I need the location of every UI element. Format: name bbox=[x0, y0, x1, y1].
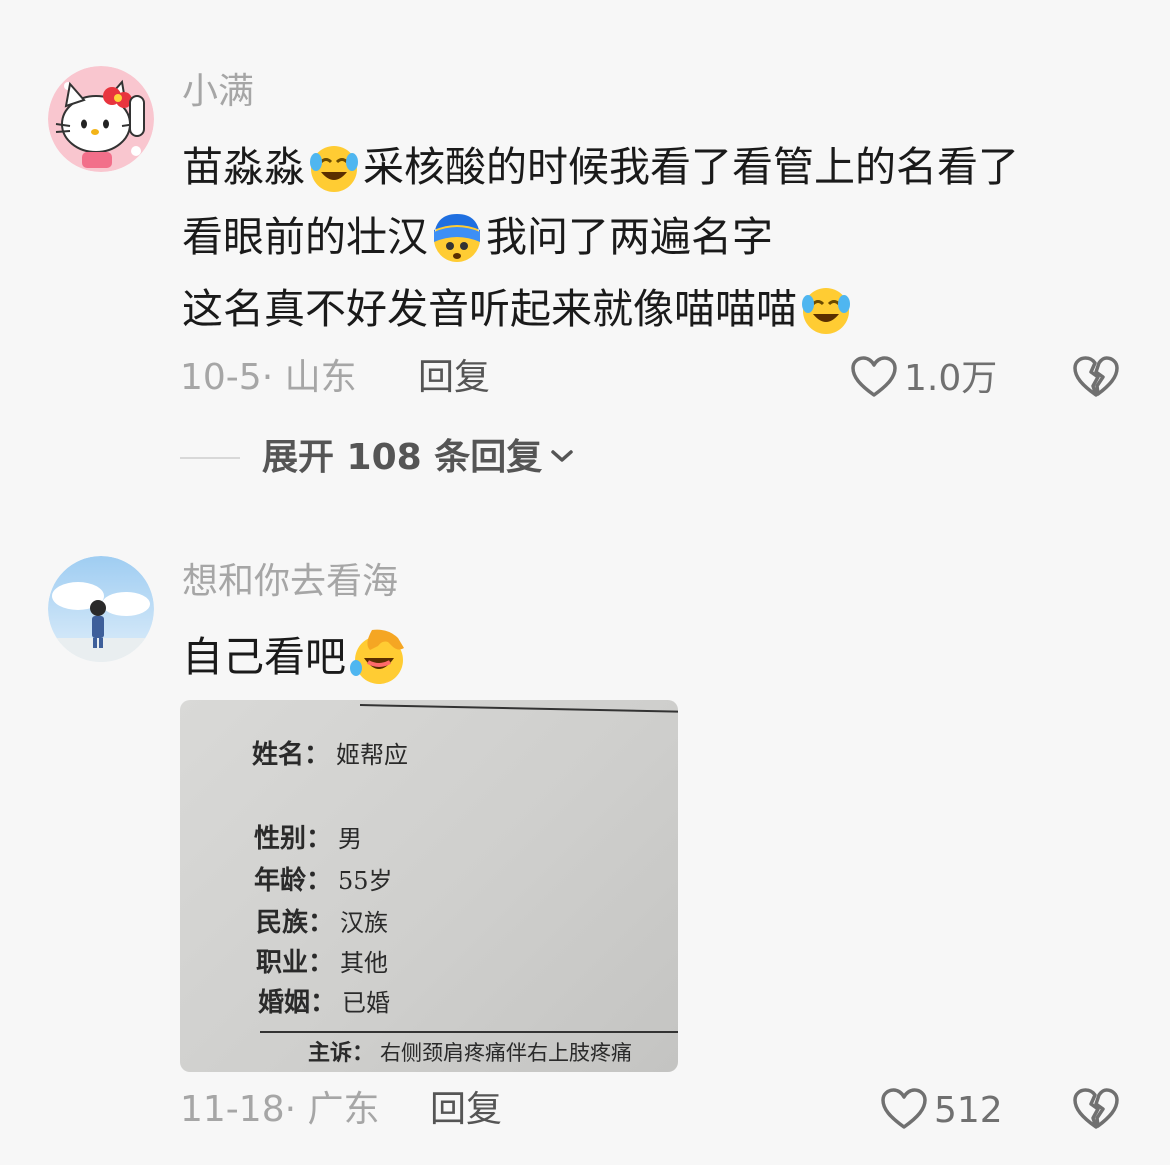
doc-row-ethnicity: 民族： 汉族 bbox=[256, 910, 388, 936]
comment-text: 自己看吧 bbox=[182, 632, 346, 681]
broken-heart-icon bbox=[1072, 356, 1120, 403]
doc-value: 已婚 bbox=[342, 989, 391, 1017]
comment-text: 采核酸的时候我看了看管上的名看了 bbox=[363, 142, 1019, 191]
doc-value: 男 bbox=[338, 825, 363, 853]
doc-value: 右侧颈肩疼痛伴右上肢疼痛 bbox=[380, 1041, 633, 1065]
comment-date-location: 10-5· 山东 bbox=[180, 357, 357, 398]
dislike-button[interactable] bbox=[1072, 1087, 1120, 1135]
doc-row-name: 姓名： 姬帮应 bbox=[252, 742, 408, 768]
doc-label: 年龄： bbox=[254, 866, 333, 896]
doc-value: 其他 bbox=[340, 949, 389, 977]
facepalm-laugh-emoji bbox=[348, 628, 410, 686]
heart-icon bbox=[880, 1087, 928, 1135]
comment-text-line-2: 看眼前的壮汉 我问了两遍名字 bbox=[182, 210, 773, 264]
attached-photo[interactable]: 姓名： 姬帮应 性别：男 年龄： 55岁 民族： 汉族 职业： 其他 婚姻： 已婚 主诉：… bbox=[180, 700, 678, 1072]
expand-replies-label: 展开 108 条回复 bbox=[262, 437, 543, 478]
doc-value: 55岁 bbox=[338, 867, 393, 895]
broken-heart-icon bbox=[1072, 1088, 1120, 1135]
divider bbox=[180, 457, 240, 459]
comment-text: 苗淼淼 bbox=[182, 142, 305, 191]
like-button[interactable]: 1.0万 bbox=[850, 355, 997, 403]
doc-label: 性别： bbox=[254, 824, 333, 854]
avatar-sea[interactable] bbox=[48, 556, 154, 662]
reply-button[interactable]: 回复 bbox=[418, 360, 490, 396]
reply-button[interactable]: 回复 bbox=[430, 1092, 502, 1128]
doc-value: 姬帮应 bbox=[336, 741, 409, 769]
doc-value: 汉族 bbox=[340, 909, 389, 937]
username[interactable]: 小满 bbox=[182, 74, 254, 110]
doc-label: 主诉： bbox=[308, 1040, 375, 1066]
doc-row-age: 年龄： 55岁 bbox=[254, 868, 393, 894]
doc-row-gender: 性别：男 bbox=[254, 826, 362, 852]
comment-text-line-1: 自己看吧 bbox=[182, 628, 412, 686]
doc-row-marital: 婚姻： 已婚 bbox=[258, 990, 390, 1016]
expand-replies[interactable]: 展开 108 条回复 bbox=[180, 440, 574, 476]
doc-row-complaint: 主诉： 右侧颈肩疼痛伴右上肢疼痛 bbox=[308, 1042, 632, 1064]
comment-text: 我问了两遍名字 bbox=[486, 212, 773, 261]
doc-label: 民族： bbox=[256, 908, 335, 938]
laugh-cry-emoji bbox=[799, 282, 853, 336]
comment-text: 看眼前的壮汉 bbox=[182, 212, 428, 261]
comment-text-line-1: 苗淼淼 采核酸的时候我看了看管上的名看了 bbox=[182, 140, 1019, 194]
shocked-blue-emoji bbox=[430, 210, 484, 264]
chevron-down-icon bbox=[550, 448, 574, 468]
comment-text: 这名真不好发音听起来就像喵喵喵 bbox=[182, 284, 797, 333]
laugh-cry-emoji bbox=[307, 140, 361, 194]
heart-icon bbox=[850, 355, 898, 403]
username[interactable]: 想和你去看海 bbox=[182, 564, 398, 600]
comment-text-line-3: 这名真不好发音听起来就像喵喵喵 bbox=[182, 282, 855, 336]
doc-label: 婚姻： bbox=[258, 988, 337, 1018]
doc-label: 职业： bbox=[256, 948, 335, 978]
doc-row-occupation: 职业： 其他 bbox=[256, 950, 388, 976]
comment-date-location: 11-18· 广东 bbox=[180, 1089, 380, 1130]
like-button[interactable]: 512 bbox=[880, 1087, 1003, 1135]
divider bbox=[359, 704, 678, 713]
like-count: 512 bbox=[934, 1090, 1003, 1131]
like-count: 1.0万 bbox=[904, 358, 998, 399]
dislike-button[interactable] bbox=[1072, 355, 1120, 403]
avatar-xiaoman[interactable] bbox=[48, 66, 154, 172]
doc-label: 姓名： bbox=[252, 740, 331, 770]
divider bbox=[260, 1031, 678, 1033]
